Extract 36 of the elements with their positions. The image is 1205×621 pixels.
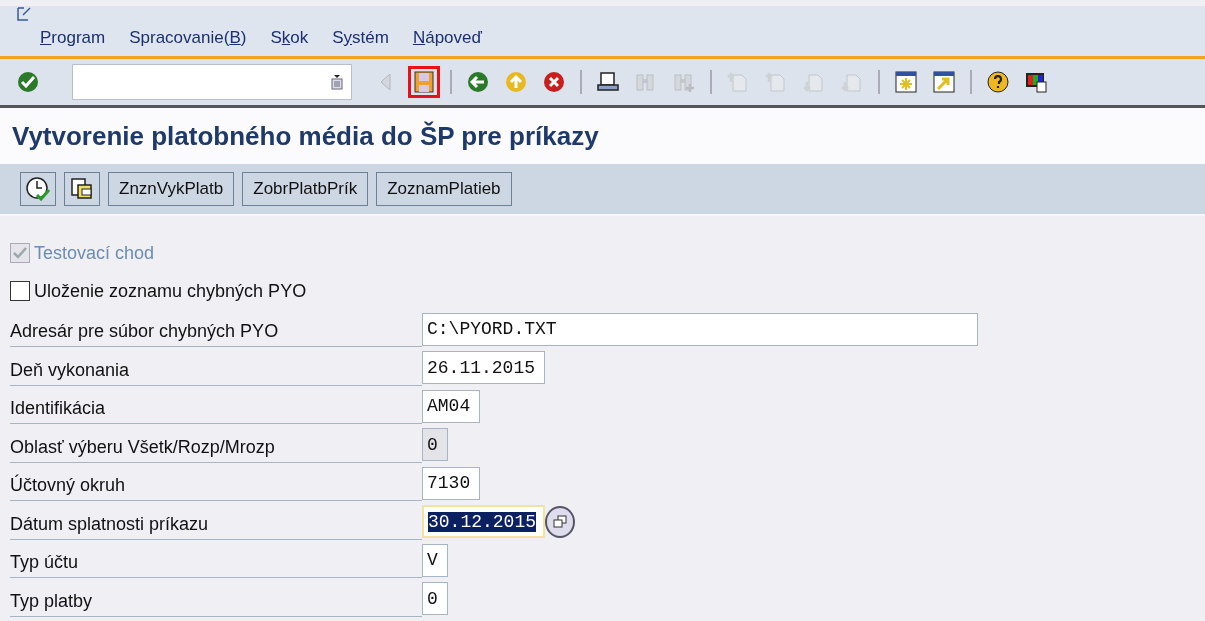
field-label: Typ platby	[10, 580, 422, 617]
checkbox-label: Uloženie zoznamu chybných PYO	[34, 280, 307, 302]
copy-pages-icon	[69, 176, 95, 202]
input-field[interactable]: 26.11.2015	[422, 351, 546, 385]
field-label: Oblasť výberu Všetk/Rozp/Mrozp	[10, 426, 422, 463]
menu-item[interactable]: Skok	[270, 28, 309, 48]
input-field[interactable]: V	[422, 543, 448, 577]
menu-item[interactable]: Nápoveď	[412, 28, 482, 48]
input-field[interactable]: AM04	[422, 389, 481, 423]
field-label: Účtovný okruh	[10, 465, 422, 502]
menu-item[interactable]: Program	[40, 28, 106, 48]
input-field[interactable]: C:\PYORD.TXT	[422, 312, 978, 346]
screen-title: Vytvorenie platobného média do ŠP pre príkazy	[12, 120, 599, 152]
field-label: Identifikácia	[10, 388, 422, 425]
field-label: Deň vykonania	[10, 349, 422, 386]
variant-button[interactable]	[64, 172, 100, 206]
document-icon	[16, 7, 32, 21]
input-field[interactable]: 30.12.2015	[422, 505, 546, 539]
command-field[interactable]	[72, 64, 352, 100]
value-help-button[interactable]	[545, 505, 576, 538]
menu-item[interactable]: Spracovanie(B)	[129, 28, 247, 48]
execute-button[interactable]	[20, 172, 56, 206]
input-field[interactable]: 7130	[422, 466, 481, 500]
clock-check-icon	[25, 176, 51, 202]
toolbar-button[interactable]: ZoznamPlatieb	[376, 172, 512, 206]
checkbox[interactable]	[10, 281, 30, 301]
toolbar-button[interactable]: ZobrPlatbPrík	[242, 172, 369, 206]
windows-icon	[553, 514, 568, 529]
menu-item[interactable]: Systém	[332, 28, 389, 48]
field-label: Dátum splatnosti príkazu	[10, 503, 422, 540]
list-icon	[331, 74, 343, 90]
input-field[interactable]: 0	[422, 582, 448, 616]
checkbox-label: Testovací chod	[34, 242, 155, 264]
field-label: Typ účtu	[10, 542, 422, 579]
toolbar-button[interactable]: ZnznVykPlatb	[108, 172, 235, 206]
field-label: Adresár pre súbor chybných PYO	[10, 311, 422, 348]
